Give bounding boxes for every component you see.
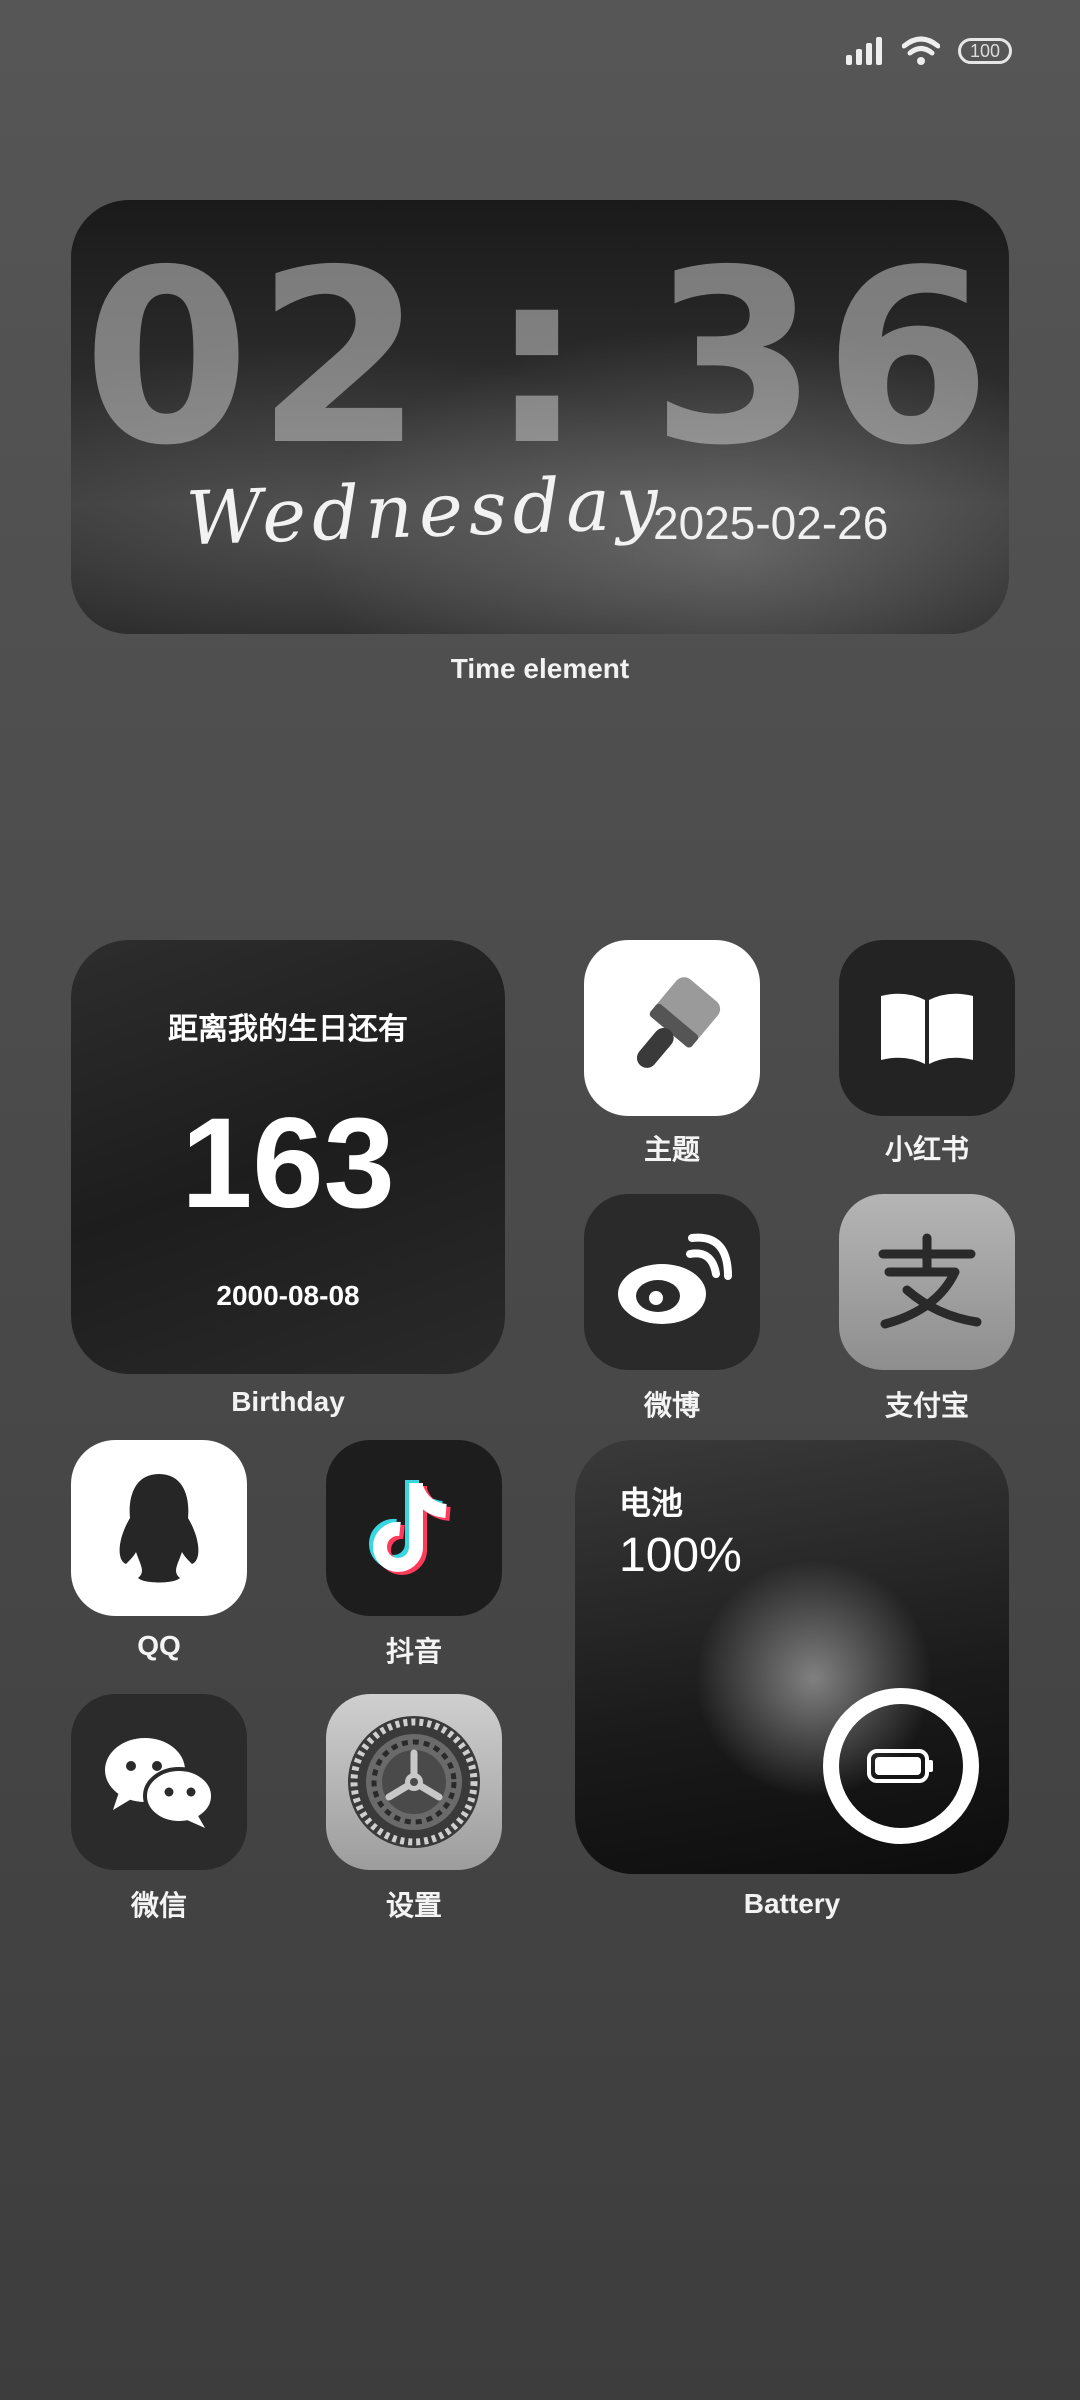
app-xiaohongshu[interactable] — [839, 940, 1015, 1116]
time-widget-label: Time element — [450, 653, 630, 684]
paint-brush-icon — [636, 977, 721, 1068]
app-alipay[interactable] — [839, 1194, 1015, 1370]
chat-bubbles-icon — [105, 1738, 215, 1828]
date-text: 2025-02-26 — [653, 497, 889, 549]
battery-percent: 100% — [619, 1529, 742, 1582]
weekday-text: Wednesday — [184, 459, 666, 563]
app-douyin[interactable] — [326, 1440, 502, 1616]
app-alipay-label: 支付宝 — [884, 1390, 969, 1421]
app-weibo[interactable] — [584, 1194, 760, 1370]
app-weibo-label: 微博 — [643, 1390, 700, 1421]
battery-widget-label: Battery — [743, 1888, 841, 1919]
tiktok-note-icon — [369, 1480, 452, 1575]
app-douyin-label: 抖音 — [385, 1636, 442, 1667]
battery-status-indicator: 100 — [958, 38, 1012, 64]
app-wechat[interactable] — [71, 1694, 247, 1870]
signal-icon — [846, 37, 882, 65]
app-wechat-label: 微信 — [130, 1890, 187, 1921]
clock-separator: : — [489, 218, 591, 498]
battery-ring — [823, 1688, 979, 1844]
alipay-icon — [878, 1233, 982, 1329]
open-book-icon — [881, 993, 973, 1064]
clock-minute: 36 — [650, 218, 997, 498]
app-settings[interactable] — [326, 1694, 502, 1870]
status-bar: 100 — [846, 36, 1012, 66]
app-theme[interactable] — [584, 940, 760, 1116]
clock-hour: 02 — [83, 218, 429, 498]
penguin-icon — [119, 1474, 199, 1583]
gear-icon — [348, 1716, 480, 1848]
birthday-date: 2000-08-08 — [216, 1280, 360, 1311]
wifi-icon — [902, 36, 940, 65]
app-qq[interactable] — [71, 1440, 247, 1616]
birthday-title: 距离我的生日还有 — [168, 1013, 408, 1046]
app-xiaohongshu-label: 小红书 — [884, 1134, 969, 1165]
battery-icon — [867, 1749, 933, 1783]
app-theme-label: 主题 — [643, 1134, 700, 1165]
birthday-widget-label: Birthday — [231, 1386, 345, 1417]
time-widget[interactable]: 02 : 36 Wednesday 2025-02-26 — [71, 200, 1009, 634]
battery-status-text: 100 — [969, 40, 1001, 61]
birthday-days-count: 163 — [181, 1092, 395, 1235]
app-qq-label: QQ — [137, 1630, 181, 1661]
battery-widget[interactable]: 电池 100% — [575, 1440, 1009, 1874]
birthday-widget[interactable]: 距离我的生日还有 163 2000-08-08 — [71, 940, 505, 1374]
battery-widget-title: 电池 — [619, 1485, 684, 1521]
clock-digits: 02 : 36 — [71, 218, 1009, 498]
weibo-icon — [618, 1233, 732, 1324]
app-settings-label: 设置 — [385, 1890, 442, 1921]
